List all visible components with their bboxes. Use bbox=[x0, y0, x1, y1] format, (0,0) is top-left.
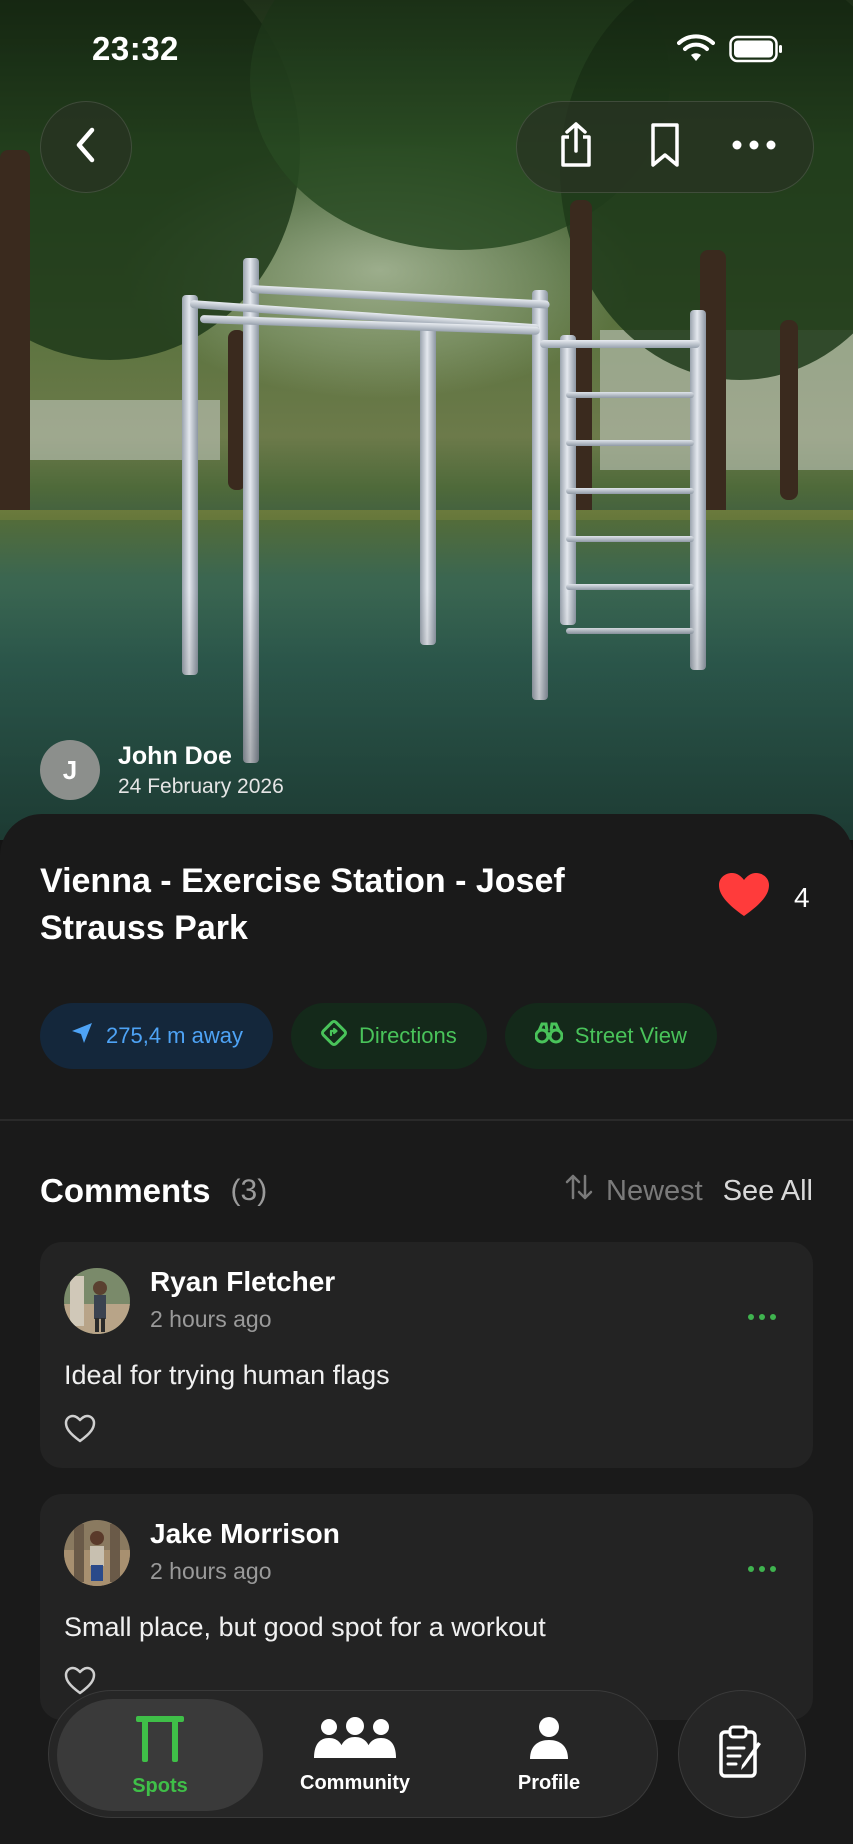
action-chips: 275,4 m away Directions Street View bbox=[40, 1003, 717, 1069]
heart-outline-icon bbox=[64, 1414, 96, 1448]
comment-time: 2 hours ago bbox=[150, 1306, 272, 1332]
person-icon bbox=[527, 1716, 571, 1766]
comment-card: Jake Morrison 2 hours ago Small place, b… bbox=[40, 1494, 813, 1720]
directions-icon bbox=[320, 1020, 347, 1052]
comments-title: Comments bbox=[40, 1172, 211, 1209]
see-all-link[interactable]: See All bbox=[723, 1175, 813, 1208]
tab-spots[interactable]: Spots bbox=[57, 1699, 263, 1811]
comments-header: Comments (3) Newest See All bbox=[40, 1172, 813, 1210]
more-options-button[interactable] bbox=[719, 112, 789, 182]
location-arrow-icon bbox=[70, 1021, 94, 1051]
ellipsis-icon bbox=[747, 1296, 777, 1327]
divider bbox=[0, 1119, 853, 1121]
binoculars-icon bbox=[534, 1022, 564, 1050]
bookmark-icon bbox=[648, 121, 682, 174]
status-icons bbox=[677, 34, 783, 69]
battery-icon bbox=[729, 35, 783, 68]
sort-label: Newest bbox=[606, 1174, 703, 1207]
tab-community-label: Community bbox=[300, 1771, 410, 1794]
comment-author[interactable]: Jake Morrison bbox=[150, 1518, 340, 1550]
sort-button[interactable]: Newest bbox=[564, 1172, 703, 1210]
ellipsis-icon bbox=[747, 1548, 777, 1579]
people-icon bbox=[310, 1716, 400, 1766]
comment-text: Ideal for trying human flags bbox=[64, 1360, 390, 1390]
distance-chip[interactable]: 275,4 m away bbox=[40, 1003, 273, 1069]
clipboard-edit-icon bbox=[717, 1724, 767, 1785]
comment-more-button[interactable] bbox=[747, 1296, 777, 1328]
tab-community[interactable]: Community bbox=[275, 1699, 435, 1811]
directions-button[interactable]: Directions bbox=[290, 1003, 487, 1069]
author-name: John Doe bbox=[118, 741, 232, 770]
like-count: 4 bbox=[794, 881, 810, 913]
wifi-icon bbox=[677, 34, 715, 69]
sort-arrows-icon bbox=[564, 1172, 594, 1210]
avatar[interactable] bbox=[64, 1520, 130, 1586]
distance-label: 275,4 m away bbox=[106, 1023, 243, 1048]
comment-text: Small place, but good spot for a workout bbox=[64, 1612, 546, 1642]
photo-date: 24 February 2026 bbox=[118, 774, 284, 798]
tab-bar: Spots Community Profile bbox=[48, 1690, 658, 1818]
author-avatar: J bbox=[40, 740, 100, 800]
street-view-button[interactable]: Street View bbox=[504, 1003, 717, 1069]
status-time: 23:32 bbox=[92, 30, 179, 67]
pullup-bar-icon bbox=[134, 1713, 186, 1769]
share-icon bbox=[556, 121, 596, 174]
bookmark-button[interactable] bbox=[630, 112, 700, 182]
street-view-label: Street View bbox=[574, 1023, 687, 1048]
comment-like-button[interactable] bbox=[64, 1414, 96, 1449]
comment-card: Ryan Fletcher 2 hours ago Ideal for tryi… bbox=[40, 1242, 813, 1468]
share-button[interactable] bbox=[541, 112, 611, 182]
tab-spots-label: Spots bbox=[132, 1774, 188, 1797]
action-bar bbox=[516, 101, 814, 193]
comments-count: (3) bbox=[230, 1174, 268, 1207]
add-note-button[interactable] bbox=[678, 1690, 806, 1818]
back-button[interactable] bbox=[40, 101, 132, 193]
comment-more-button[interactable] bbox=[747, 1548, 777, 1580]
tab-profile[interactable]: Profile bbox=[469, 1699, 629, 1811]
photo-author[interactable]: J John Doe 24 February 2026 bbox=[40, 740, 284, 800]
like-button[interactable]: 4 bbox=[718, 872, 810, 923]
comment-time: 2 hours ago bbox=[150, 1558, 272, 1584]
directions-label: Directions bbox=[358, 1023, 457, 1048]
avatar[interactable] bbox=[64, 1268, 130, 1334]
chevron-left-icon bbox=[71, 125, 101, 170]
heart-filled-icon bbox=[718, 872, 770, 923]
spot-title: Vienna - Exercise Station - Josef Straus… bbox=[40, 862, 565, 947]
tab-profile-label: Profile bbox=[517, 1771, 581, 1794]
comment-author[interactable]: Ryan Fletcher bbox=[150, 1266, 335, 1298]
ellipsis-icon bbox=[731, 138, 777, 156]
